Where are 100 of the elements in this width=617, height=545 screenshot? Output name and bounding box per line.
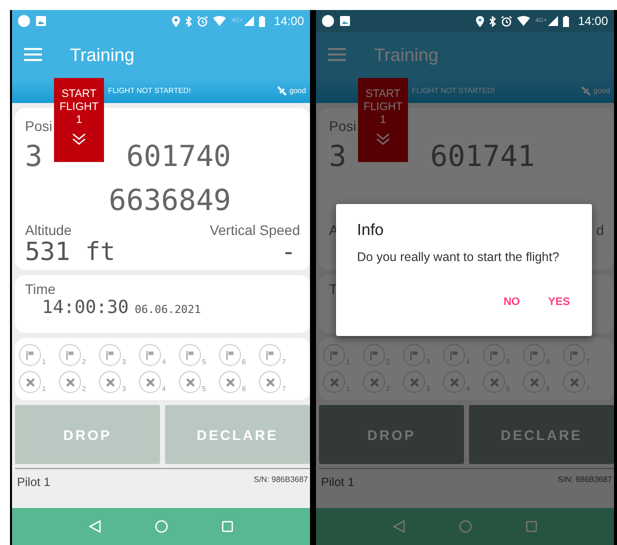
flag-icon xyxy=(410,350,418,360)
flag-icon xyxy=(330,350,338,360)
flag-marker-button[interactable] xyxy=(563,344,585,366)
bluetooth-icon xyxy=(489,16,496,26)
dialog-button[interactable]: YES xyxy=(540,292,578,312)
serial-number: S/N: 986B3687 xyxy=(254,475,308,484)
signal-icon xyxy=(244,16,254,26)
cross-icon xyxy=(570,378,578,386)
clock: 14:00 xyxy=(274,14,304,28)
utm-zone: 3 xyxy=(25,138,42,175)
pilot-name: Pilot 1 xyxy=(17,475,50,489)
flag-marker-button[interactable] xyxy=(99,344,121,366)
recent-apps-icon[interactable] xyxy=(222,521,233,532)
position-label: Posi xyxy=(329,118,356,134)
cross-marker-button[interactable] xyxy=(99,371,121,393)
time-value: 14:00:30 xyxy=(42,297,129,318)
cross-marker-button[interactable] xyxy=(403,371,425,393)
wifi-icon xyxy=(517,16,530,26)
cross-marker-button[interactable] xyxy=(219,371,241,393)
flag-icon xyxy=(106,350,114,360)
date-value: 06.06.2021 xyxy=(134,303,201,316)
menu-button[interactable] xyxy=(328,48,346,62)
flag-marker-button[interactable] xyxy=(259,344,281,366)
flag-icon xyxy=(146,350,154,360)
flag-marker-button[interactable] xyxy=(19,344,41,366)
battery-icon xyxy=(258,16,265,26)
utm-easting: 601740 xyxy=(126,138,231,175)
position-label: Posi xyxy=(25,118,52,134)
flag-marker-button[interactable] xyxy=(403,344,425,366)
flag-icon xyxy=(570,350,578,360)
home-icon[interactable] xyxy=(155,520,168,533)
flag-marker-button[interactable] xyxy=(323,344,345,366)
recent-apps-icon[interactable] xyxy=(526,521,537,532)
cross-marker-button[interactable] xyxy=(443,371,465,393)
cross-marker-button[interactable] xyxy=(179,371,201,393)
back-icon[interactable] xyxy=(89,520,101,533)
flag-marker-button[interactable] xyxy=(179,344,201,366)
flag-marker-button[interactable] xyxy=(363,344,385,366)
cross-icon xyxy=(330,378,338,386)
dialog-message: Do you really want to start the flight? xyxy=(357,250,560,264)
cross-icon xyxy=(370,378,378,386)
satellite-icon xyxy=(277,86,288,96)
flag-icon xyxy=(490,350,498,360)
dialog-button[interactable]: NO xyxy=(495,292,528,312)
cross-marker-button[interactable] xyxy=(139,371,161,393)
flag-icon xyxy=(450,350,458,360)
back-icon[interactable] xyxy=(393,520,405,533)
cross-marker-button[interactable] xyxy=(483,371,505,393)
alarm-clock-icon xyxy=(197,16,208,26)
cross-icon xyxy=(106,378,114,386)
toolbar-title: Training xyxy=(374,44,438,66)
serial-number: S/N: 986B3687 xyxy=(558,475,612,484)
battery-icon xyxy=(562,16,569,26)
notification-dot-icon xyxy=(18,15,30,27)
alarm-clock-icon xyxy=(501,16,512,26)
cross-icon xyxy=(410,378,418,386)
menu-button[interactable] xyxy=(24,48,42,62)
notification-dot-icon xyxy=(322,15,334,27)
cross-icon xyxy=(66,378,74,386)
flag-icon xyxy=(370,350,378,360)
double-chevron-icon xyxy=(72,133,86,145)
flag-icon xyxy=(226,350,234,360)
menu-icon xyxy=(24,48,42,61)
cross-marker-button[interactable] xyxy=(59,371,81,393)
cross-marker-button[interactable] xyxy=(259,371,281,393)
home-icon[interactable] xyxy=(459,520,472,533)
time-label: T xyxy=(329,281,339,297)
cross-icon xyxy=(26,378,34,386)
time-label: Time xyxy=(25,281,57,297)
image-icon xyxy=(36,16,46,26)
location-pin-icon xyxy=(172,16,180,26)
clock: 14:00 xyxy=(578,14,608,28)
cross-icon xyxy=(186,378,194,386)
flag-marker-button[interactable] xyxy=(219,344,241,366)
cross-marker-button[interactable] xyxy=(563,371,585,393)
cross-icon xyxy=(490,378,498,386)
cross-marker-button[interactable] xyxy=(363,371,385,393)
cross-marker-button[interactable] xyxy=(19,371,41,393)
cross-marker-button[interactable] xyxy=(523,371,545,393)
flag-icon xyxy=(530,350,538,360)
flag-marker-button[interactable] xyxy=(139,344,161,366)
satellite-icon xyxy=(581,86,592,96)
signal-icon xyxy=(548,16,558,26)
flag-marker-button[interactable] xyxy=(443,344,465,366)
cross-marker-button[interactable] xyxy=(323,371,345,393)
utm-zone: 3 xyxy=(329,138,346,175)
vertical-speed-label: d xyxy=(596,222,604,238)
flag-marker-button[interactable] xyxy=(523,344,545,366)
altitude-value: 531 ft xyxy=(25,238,116,266)
start-flight-button[interactable]: START FLIGHT 1 xyxy=(54,78,104,162)
vertical-speed-label: Vertical Speed xyxy=(210,222,300,238)
flag-marker-button[interactable] xyxy=(483,344,505,366)
double-chevron-icon xyxy=(376,133,390,145)
flag-icon xyxy=(186,350,194,360)
vertical-speed-value: - xyxy=(280,238,296,266)
start-flight-button[interactable]: START FLIGHT 1 xyxy=(358,78,408,162)
dialog-title: Info xyxy=(357,222,385,240)
flag-marker-button[interactable] xyxy=(59,344,81,366)
cross-icon xyxy=(530,378,538,386)
flag-icon xyxy=(66,350,74,360)
